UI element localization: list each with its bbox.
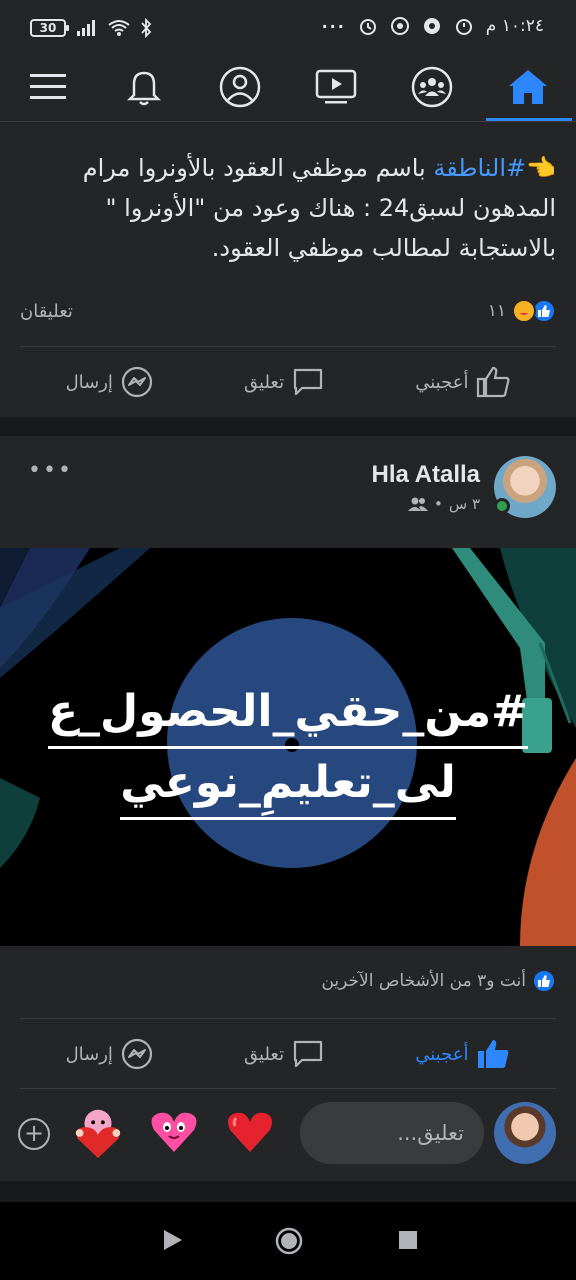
- comment-button[interactable]: تعليق: [244, 367, 324, 397]
- send-button[interactable]: إرسال: [66, 1038, 153, 1070]
- comment-icon: [294, 368, 323, 396]
- comment-input[interactable]: تعليق...: [300, 1102, 484, 1164]
- clock: ١٠:٢٤ م: [485, 16, 544, 36]
- messenger-icon: [121, 1038, 153, 1070]
- character-heart-sticker[interactable]: [70, 1104, 126, 1160]
- back-icon[interactable]: [162, 1228, 184, 1252]
- divider: [20, 1018, 556, 1019]
- post-card-1: 👈#الناطقة باسم موظفي العقود بالأونروا مر…: [0, 122, 576, 417]
- author-avatar[interactable]: [494, 456, 556, 518]
- red-heart-icon: [228, 1112, 272, 1152]
- care-reaction-icon: [512, 299, 536, 323]
- wifi-icon: [108, 20, 130, 36]
- comment-composer: تعليق... +: [0, 1088, 576, 1168]
- post-image[interactable]: #من_حقي_الحصول_ع لى_تعليمِ_نوعي: [0, 548, 576, 946]
- send-label: إرسال: [65, 371, 113, 393]
- watch-tab[interactable]: [306, 60, 366, 114]
- status-right: ··· ١٠:٢٤ م: [322, 16, 544, 36]
- send-button[interactable]: إرسال: [66, 366, 153, 398]
- reactions-text: أنت و٣ من الأشخاص الآخرين: [321, 971, 526, 991]
- thumbs-up-icon: [477, 366, 510, 398]
- send-label: إرسال: [65, 1043, 113, 1065]
- separator-dot: •: [433, 495, 443, 513]
- like-button[interactable]: أعجبني: [415, 1038, 510, 1070]
- post-actions: أعجبني تعليق إرسال: [0, 352, 576, 412]
- comment-count[interactable]: تعليقان: [20, 301, 73, 322]
- bluetooth-icon: [141, 18, 152, 38]
- status-left: 30: [30, 18, 152, 38]
- post-meta: أنت و٣ من الأشخاص الآخرين: [20, 966, 556, 996]
- hamburger-menu-icon: [30, 74, 66, 99]
- post-actions: أعجبني تعليق إرسال: [0, 1024, 576, 1084]
- pink-heart-face-icon: [151, 1112, 197, 1152]
- user-avatar[interactable]: [494, 1102, 556, 1164]
- cartoon-heart-icon: [75, 1109, 121, 1159]
- reactions-summary[interactable]: ١١: [488, 299, 556, 323]
- alarm-icon: [359, 19, 376, 35]
- online-status-dot: [494, 498, 510, 514]
- more-options-button[interactable]: •••: [28, 458, 73, 483]
- comment-icon: [294, 1040, 323, 1068]
- recents-icon[interactable]: [398, 1230, 418, 1250]
- thumbs-up-filled-icon: [478, 1040, 509, 1068]
- author-info: Hla Atalla ٣ س •: [372, 461, 480, 513]
- post-meta: ١١ تعليقان: [20, 296, 556, 326]
- image-caption: #من_حقي_الحصول_ع لى_تعليمِ_نوعي: [0, 678, 576, 820]
- home-circle-icon[interactable]: [274, 1226, 304, 1256]
- bell-icon: [126, 71, 162, 106]
- pointing-emoji: 👈: [526, 154, 556, 182]
- post-card-2: Hla Atalla ٣ س • ••• #من_حقي_الحصول_ع لى…: [0, 436, 576, 1181]
- groups-icon: [411, 66, 453, 108]
- divider: [20, 346, 556, 347]
- reactions-summary[interactable]: أنت و٣ من الأشخاص الآخرين: [321, 969, 556, 993]
- post-time[interactable]: ٣ س: [449, 495, 480, 513]
- like-label: أعجبني: [415, 371, 469, 393]
- comment-button[interactable]: تعليق: [244, 1039, 324, 1069]
- post-text: 👈#الناطقة باسم موظفي العقود بالأونروا مر…: [16, 148, 556, 268]
- friends-audience-icon: [407, 497, 428, 511]
- active-tab-indicator: [486, 118, 572, 121]
- messenger-icon: [121, 366, 153, 398]
- menu-tab[interactable]: [18, 60, 78, 114]
- reaction-count: ١١: [487, 301, 506, 321]
- notifications-tab[interactable]: [114, 60, 174, 114]
- home-tab[interactable]: [498, 60, 558, 114]
- top-nav: [0, 56, 576, 122]
- hashtag-link[interactable]: #الناطقة: [433, 154, 526, 182]
- author-name[interactable]: Hla Atalla: [372, 461, 480, 489]
- profile-tab[interactable]: [210, 60, 270, 114]
- video-icon: [315, 69, 357, 104]
- groups-tab[interactable]: [402, 60, 462, 114]
- comment-label: تعليق: [244, 1043, 285, 1065]
- home-icon: [509, 70, 547, 104]
- post-timestamp-row: ٣ س •: [372, 495, 480, 513]
- image-text-line-1: #من_حقي_الحصول_ع: [47, 678, 529, 749]
- messenger-status-icon: [423, 18, 440, 34]
- like-label: أعجبني: [415, 1043, 469, 1065]
- like-reaction-icon: [532, 969, 556, 993]
- post-header: Hla Atalla ٣ س •: [372, 456, 556, 518]
- red-heart-sticker[interactable]: [222, 1104, 278, 1160]
- pink-heart-sticker[interactable]: [146, 1104, 202, 1160]
- more-status-icons: ···: [321, 16, 346, 36]
- battery-icon: 30: [30, 19, 69, 37]
- signal-icon: [77, 20, 95, 36]
- alarm-clock-icon: [455, 19, 472, 35]
- whatsapp-icon: [390, 17, 409, 35]
- add-attachment-button[interactable]: +: [18, 1118, 50, 1150]
- status-bar: 30 ··· ١٠:٢٤ م: [0, 0, 576, 56]
- like-button[interactable]: أعجبني: [415, 366, 510, 398]
- profile-icon: [219, 66, 261, 108]
- comment-label: تعليق: [244, 371, 285, 393]
- system-navigation-bar: [0, 1202, 576, 1280]
- image-text-line-2: لى_تعليمِ_نوعي: [120, 749, 456, 820]
